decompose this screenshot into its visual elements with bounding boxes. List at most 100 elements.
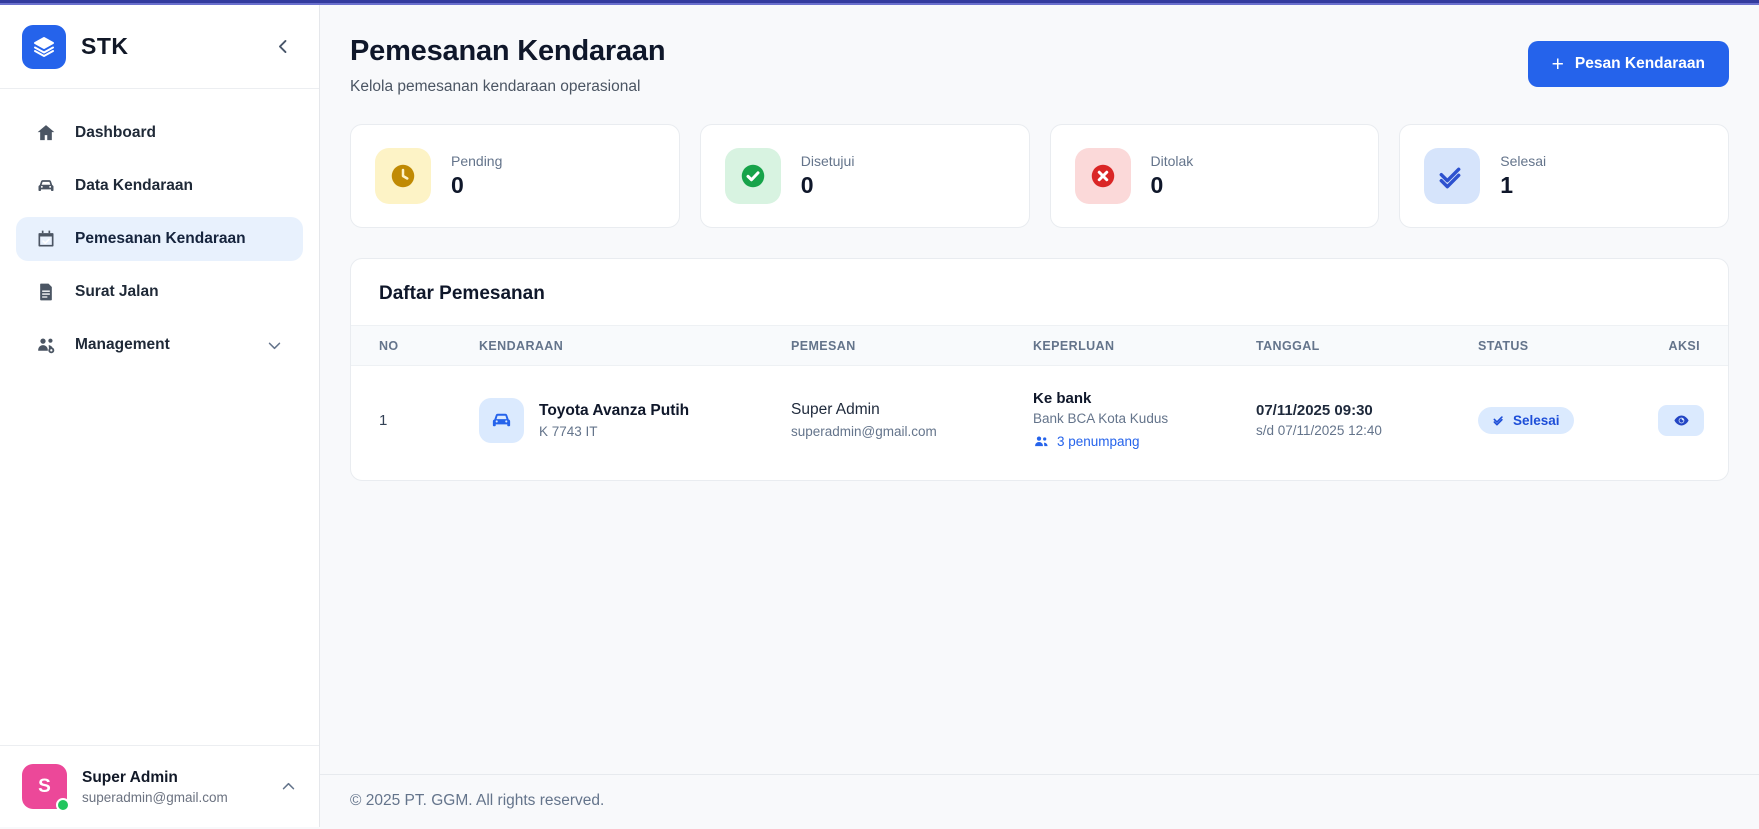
chevron-down-icon — [266, 337, 283, 354]
sidebar-item-management[interactable]: Management — [16, 323, 303, 367]
cell-tanggal: 07/11/2025 09:30 s/d 07/11/2025 12:40 — [1256, 402, 1478, 438]
footer: © 2025 PT. GGM. All rights reserved. — [320, 774, 1759, 827]
plus-icon: + — [1551, 52, 1564, 76]
column-header-kendaraan: KENDARAAN — [479, 338, 564, 353]
pesan-kendaraan-button-label: Pesan Kendaraan — [1574, 55, 1705, 72]
stat-card-disetujui: Disetujui 0 — [699, 124, 1030, 228]
table-header-row: NO KENDARAAN PEMESAN KEPERLUAN TANGGAL S… — [351, 325, 1728, 366]
chevron-left-icon — [274, 37, 293, 56]
requester-email: superadmin@gmail.com — [791, 424, 937, 439]
date-end: s/d 07/11/2025 12:40 — [1256, 423, 1382, 438]
sidebar-collapse-button[interactable] — [270, 33, 297, 60]
content-area: Pemesanan Kendaraan Kelola pemesanan ken… — [320, 5, 1759, 774]
sidebar-item-data-kendaraan[interactable]: Data Kendaraan — [16, 164, 303, 208]
page-subtitle: Kelola pemesanan kendaraan operasional — [350, 78, 641, 95]
chevron-up-icon — [280, 778, 297, 795]
sidebar-item-surat-jalan[interactable]: Surat Jalan — [16, 270, 303, 314]
column-header-keperluan: KEPERLUAN — [1033, 338, 1115, 353]
destination: Bank BCA Kota Kudus — [1033, 411, 1169, 426]
purpose: Ke bank — [1033, 390, 1092, 407]
cell-keperluan: Ke bank Bank BCA Kota Kudus 3 penumpang — [1033, 390, 1256, 450]
home-icon — [36, 123, 56, 143]
stat-label: Disetujui — [800, 153, 855, 169]
document-icon — [36, 282, 56, 302]
status-badge: Selesai — [1478, 406, 1574, 434]
sidebar-item-label: Management — [75, 336, 170, 353]
stat-text: Ditolak 0 — [1151, 153, 1194, 199]
x-circle-icon — [1074, 148, 1131, 204]
status-label: Selesai — [1513, 412, 1560, 428]
stat-value: 0 — [451, 172, 464, 198]
users-icon — [1033, 433, 1050, 450]
vehicle-plate: K 7743 IT — [539, 423, 598, 439]
vehicle-text: Toyota Avanza Putih K 7743 IT — [539, 402, 689, 439]
date-start: 07/11/2025 09:30 — [1256, 402, 1373, 419]
page-header: Pemesanan Kendaraan Kelola pemesanan ken… — [350, 35, 1729, 96]
stat-card-pending: Pending 0 — [350, 124, 680, 228]
layers-icon — [32, 35, 56, 59]
cell-pemesan: Super Admin superadmin@gmail.com — [791, 401, 1033, 439]
double-check-icon — [1492, 413, 1506, 427]
passengers-link[interactable]: 3 penumpang — [1033, 433, 1256, 450]
stat-card-ditolak: Ditolak 0 — [1049, 124, 1380, 228]
users-gear-icon — [36, 335, 56, 355]
user-info: Super Admin superadmin@gmail.com — [82, 769, 228, 805]
avatar: S — [22, 764, 70, 812]
pesan-kendaraan-button[interactable]: + Pesan Kendaraan — [1527, 41, 1729, 87]
stat-label: Pending — [451, 153, 503, 169]
table-row: 1 Toyota Avanza Putih K 7743 IT Super Ad… — [351, 366, 1728, 480]
cell-kendaraan: Toyota Avanza Putih K 7743 IT — [479, 397, 791, 443]
cell-status: Selesai — [1478, 406, 1658, 434]
sidebar-item-label: Surat Jalan — [75, 283, 159, 300]
user-name: Super Admin — [82, 768, 178, 786]
main-content: Pemesanan Kendaraan Kelola pemesanan ken… — [320, 5, 1759, 827]
car-icon — [479, 397, 524, 443]
stat-label: Ditolak — [1150, 153, 1194, 169]
passengers-label: 3 penumpang — [1057, 434, 1140, 449]
clock-icon — [375, 148, 431, 204]
double-check-icon — [1424, 148, 1481, 204]
requester-name: Super Admin — [791, 401, 880, 418]
page-header-text: Pemesanan Kendaraan Kelola pemesanan ken… — [350, 35, 666, 96]
sidebar-item-label: Pemesanan Kendaraan — [75, 230, 246, 247]
stat-value: 0 — [800, 172, 814, 198]
table-title: Daftar Pemesanan — [379, 283, 545, 304]
column-header-status: STATUS — [1478, 338, 1529, 353]
avatar-initial: S — [38, 775, 51, 797]
sidebar-user-menu[interactable]: S Super Admin superadmin@gmail.com — [0, 745, 319, 827]
check-circle-icon — [724, 148, 781, 204]
cell-aksi — [1658, 404, 1704, 436]
cell-no: 1 — [379, 411, 388, 429]
stat-text: Selesai 1 — [1500, 153, 1546, 199]
stat-value: 0 — [1150, 172, 1164, 198]
user-email: superadmin@gmail.com — [82, 789, 228, 805]
copyright-text: © 2025 PT. GGM. All rights reserved. — [350, 792, 605, 809]
stat-label: Selesai — [1500, 153, 1547, 169]
sidebar-item-dashboard[interactable]: Dashboard — [16, 111, 303, 155]
column-header-tanggal: TANGGAL — [1256, 338, 1320, 353]
bookings-table-card: Daftar Pemesanan NO KENDARAAN PEMESAN KE… — [350, 258, 1729, 481]
sidebar-item-label: Dashboard — [75, 124, 156, 141]
column-header-pemesan: PEMESAN — [791, 338, 856, 353]
app-shell: STK Dashboard Data Kendaraan Pemesanan K… — [0, 5, 1759, 827]
sidebar-header: STK — [0, 5, 319, 89]
stat-text: Disetujui 0 — [801, 153, 855, 199]
column-header-aksi: AKSI — [1668, 338, 1700, 353]
sidebar: STK Dashboard Data Kendaraan Pemesanan K… — [0, 5, 320, 827]
vehicle-name: Toyota Avanza Putih — [539, 401, 690, 419]
stat-card-selesai: Selesai 1 — [1399, 124, 1729, 228]
page-title: Pemesanan Kendaraan — [350, 35, 666, 67]
app-logo — [22, 24, 66, 69]
eye-icon — [1673, 412, 1690, 429]
stat-text: Pending 0 — [451, 153, 502, 199]
app-title: STK — [81, 33, 129, 59]
column-header-no: NO — [379, 338, 399, 353]
online-status-dot — [56, 798, 70, 812]
sidebar-item-pemesanan-kendaraan[interactable]: Pemesanan Kendaraan — [16, 217, 303, 261]
stat-value: 1 — [1500, 172, 1514, 198]
car-icon — [36, 176, 56, 196]
sidebar-item-label: Data Kendaraan — [75, 177, 194, 194]
view-detail-button[interactable] — [1658, 404, 1704, 436]
calendar-check-icon — [36, 229, 56, 249]
stats-row: Pending 0 Disetujui 0 Ditolak 0 Selesai … — [350, 124, 1729, 228]
